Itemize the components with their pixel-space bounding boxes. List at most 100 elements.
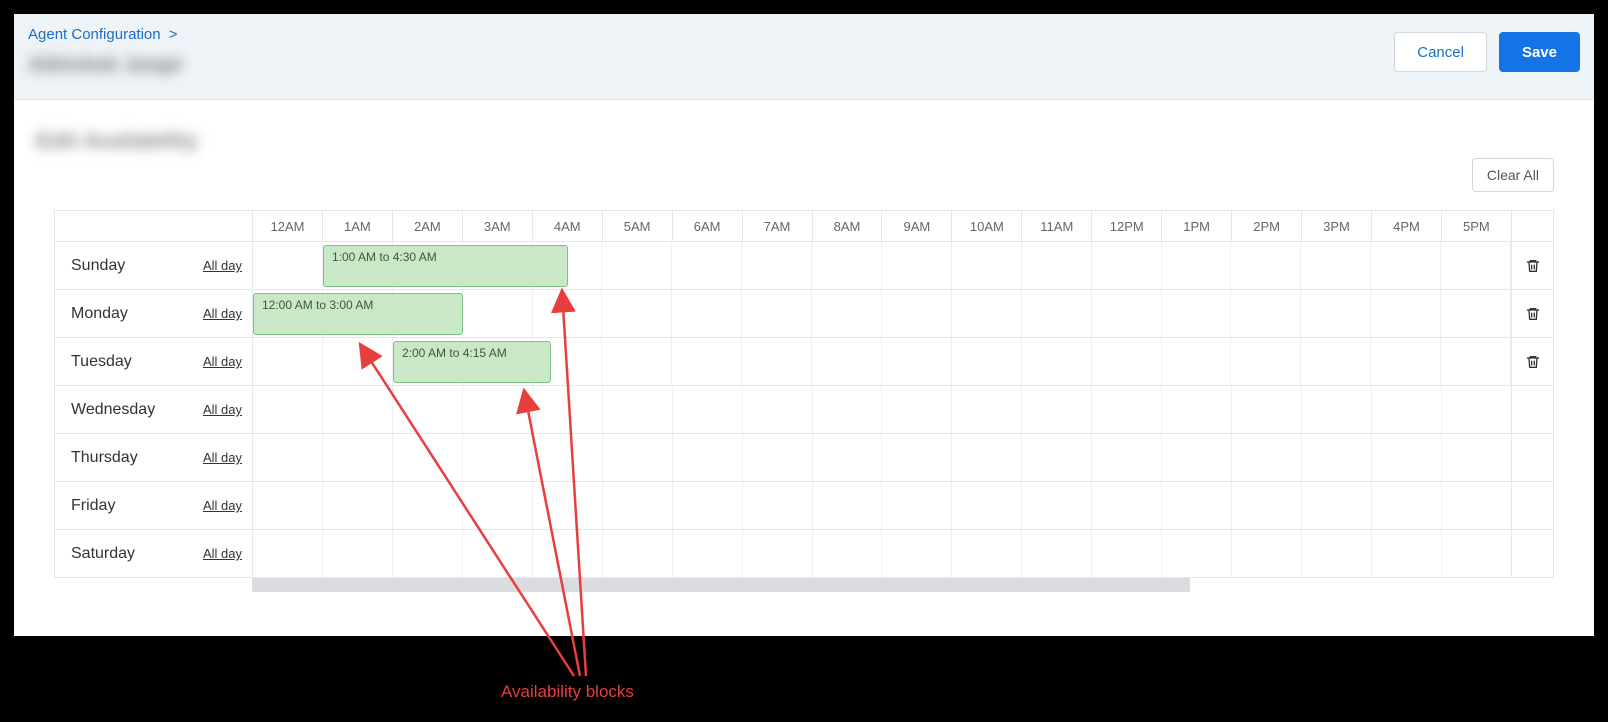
hour-cell[interactable] (882, 482, 952, 529)
hour-cell[interactable] (952, 290, 1022, 337)
all-day-link[interactable]: All day (203, 402, 242, 417)
hour-cell[interactable] (1372, 530, 1442, 577)
hour-cell[interactable] (813, 482, 883, 529)
hour-cell[interactable] (1162, 386, 1232, 433)
row-hours[interactable] (253, 434, 1511, 481)
hour-cell[interactable] (393, 482, 463, 529)
all-day-link[interactable]: All day (203, 498, 242, 513)
hour-cell[interactable] (743, 530, 813, 577)
hour-cell[interactable] (882, 434, 952, 481)
hour-cell[interactable] (673, 386, 743, 433)
hour-cell[interactable] (1092, 290, 1162, 337)
hour-cell[interactable] (1372, 434, 1442, 481)
hour-cell[interactable] (253, 386, 323, 433)
hour-cell[interactable] (952, 338, 1022, 385)
hour-cell[interactable] (393, 434, 463, 481)
all-day-link[interactable]: All day (203, 546, 242, 561)
hour-cell[interactable] (952, 434, 1022, 481)
hour-cell[interactable] (673, 530, 743, 577)
hour-cell[interactable] (1022, 482, 1092, 529)
hour-cell[interactable] (1022, 530, 1092, 577)
hour-cell[interactable] (533, 386, 603, 433)
hour-cell[interactable] (672, 242, 742, 289)
hour-cell[interactable] (672, 338, 742, 385)
hour-cell[interactable] (1442, 386, 1511, 433)
hour-cell[interactable] (1092, 482, 1162, 529)
hour-cell[interactable] (323, 338, 393, 385)
hour-cell[interactable] (1232, 434, 1302, 481)
hour-cell[interactable] (1092, 242, 1162, 289)
hour-cell[interactable] (952, 482, 1022, 529)
hour-cell[interactable] (672, 290, 742, 337)
hour-cell[interactable] (533, 290, 603, 337)
hour-cell[interactable] (1092, 434, 1162, 481)
hour-cell[interactable] (1372, 386, 1442, 433)
hour-cell[interactable] (393, 386, 463, 433)
hour-cell[interactable] (602, 242, 672, 289)
row-hours[interactable]: 2:00 AM to 4:15 AM (253, 338, 1511, 385)
trash-icon[interactable] (1525, 354, 1541, 370)
hour-cell[interactable] (323, 386, 393, 433)
hour-cell[interactable] (813, 530, 883, 577)
row-hours[interactable] (253, 530, 1511, 577)
hour-cell[interactable] (1022, 290, 1092, 337)
hour-cell[interactable] (1231, 290, 1301, 337)
hour-cell[interactable] (253, 338, 323, 385)
hour-cell[interactable] (603, 482, 673, 529)
hour-cell[interactable] (743, 482, 813, 529)
hour-cell[interactable] (952, 530, 1022, 577)
hour-cell[interactable] (882, 290, 952, 337)
hour-cell[interactable] (1371, 242, 1441, 289)
cancel-button[interactable]: Cancel (1394, 32, 1487, 72)
hour-cell[interactable] (882, 338, 952, 385)
hour-cell[interactable] (1371, 290, 1441, 337)
hour-cell[interactable] (1302, 434, 1372, 481)
hour-cell[interactable] (603, 434, 673, 481)
save-button[interactable]: Save (1499, 32, 1580, 72)
hour-cell[interactable] (603, 386, 673, 433)
hour-cell[interactable] (253, 434, 323, 481)
hour-cell[interactable] (603, 530, 673, 577)
breadcrumb[interactable]: Agent Configuration > (28, 26, 178, 43)
hour-cell[interactable] (1162, 242, 1232, 289)
hour-cell[interactable] (1162, 434, 1232, 481)
hour-cell[interactable] (253, 482, 323, 529)
hour-cell[interactable] (1441, 290, 1511, 337)
hour-cell[interactable] (1022, 434, 1092, 481)
hour-cell[interactable] (812, 242, 882, 289)
hour-cell[interactable] (1232, 530, 1302, 577)
hour-cell[interactable] (813, 434, 883, 481)
hour-cell[interactable] (533, 482, 603, 529)
hour-cell[interactable] (1442, 482, 1511, 529)
hour-cell[interactable] (1301, 290, 1371, 337)
hour-cell[interactable] (1092, 530, 1162, 577)
availability-block[interactable]: 2:00 AM to 4:15 AM (393, 341, 551, 383)
hour-cell[interactable] (323, 434, 393, 481)
hour-cell[interactable] (323, 530, 393, 577)
hour-cell[interactable] (1371, 338, 1441, 385)
hour-cell[interactable] (742, 290, 812, 337)
row-hours[interactable] (253, 386, 1511, 433)
row-hours[interactable]: 12:00 AM to 3:00 AM (253, 290, 1511, 337)
hour-cell[interactable] (463, 530, 533, 577)
hour-cell[interactable] (602, 338, 672, 385)
hour-cell[interactable] (1441, 338, 1511, 385)
hour-cell[interactable] (602, 290, 672, 337)
hour-cell[interactable] (533, 434, 603, 481)
hour-cell[interactable] (1232, 482, 1302, 529)
hour-cell[interactable] (743, 434, 813, 481)
hour-cell[interactable] (1302, 482, 1372, 529)
hour-cell[interactable] (813, 386, 883, 433)
all-day-link[interactable]: All day (203, 354, 242, 369)
hour-cell[interactable] (1162, 482, 1232, 529)
hour-cell[interactable] (742, 338, 812, 385)
row-hours[interactable]: 1:00 AM to 4:30 AM (253, 242, 1511, 289)
hour-cell[interactable] (463, 482, 533, 529)
hour-cell[interactable] (1092, 386, 1162, 433)
hour-cell[interactable] (533, 530, 603, 577)
hour-cell[interactable] (323, 482, 393, 529)
hour-cell[interactable] (463, 290, 533, 337)
all-day-link[interactable]: All day (203, 450, 242, 465)
hour-cell[interactable] (1022, 386, 1092, 433)
hour-cell[interactable] (1441, 242, 1511, 289)
